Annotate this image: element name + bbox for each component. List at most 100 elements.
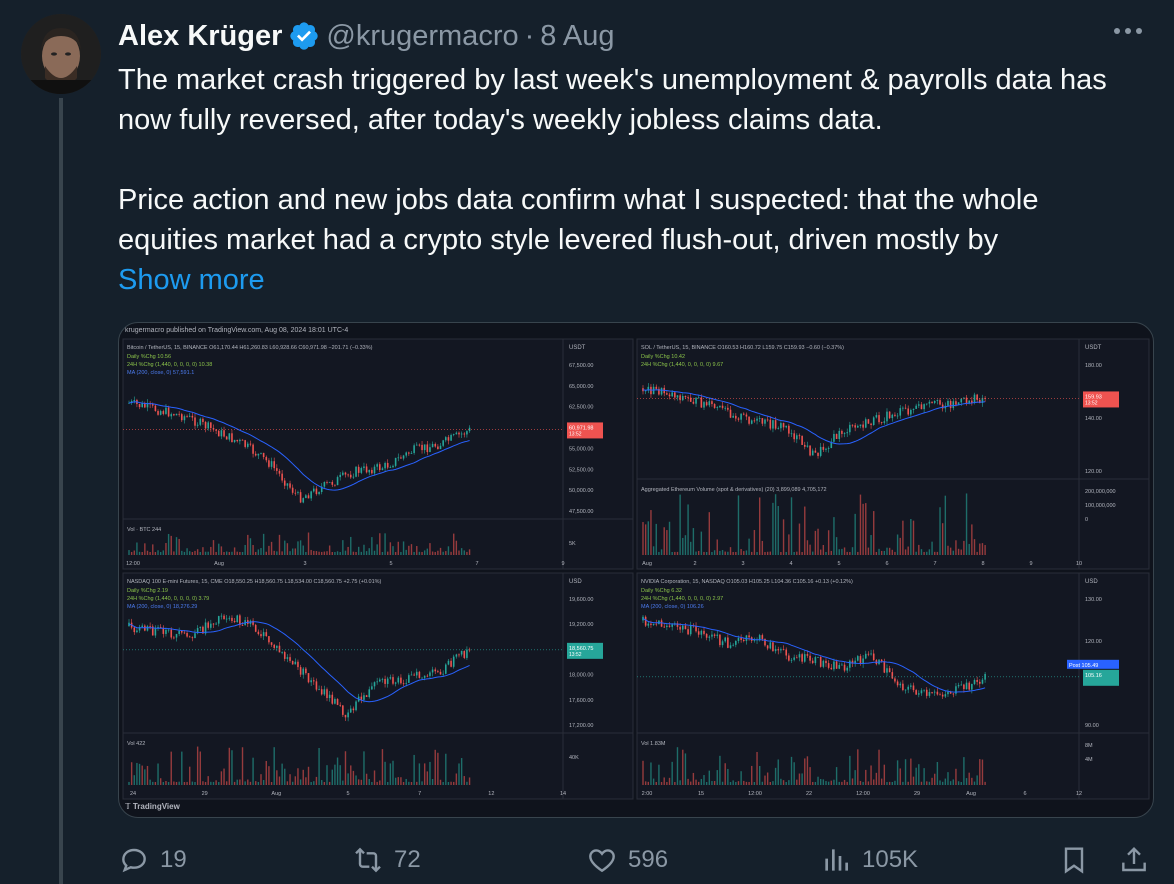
- share-button[interactable]: [1118, 844, 1150, 876]
- volume-bar: [737, 781, 740, 785]
- candle-body: [655, 386, 658, 389]
- candle-body: [883, 661, 886, 673]
- volume-bar: [138, 551, 141, 555]
- volume-bar: [154, 781, 157, 785]
- candle-body: [655, 623, 658, 625]
- x-tick-label: Aug: [214, 561, 224, 567]
- views-button[interactable]: 105K: [820, 844, 918, 876]
- candle-body: [841, 664, 843, 666]
- candle-body: [439, 671, 442, 675]
- candle-body: [748, 635, 750, 638]
- x-tick-label: 8: [981, 561, 984, 567]
- candle-body: [782, 649, 785, 650]
- volume-bar: [751, 765, 753, 785]
- volume-bar: [247, 534, 249, 555]
- volume-bar: [421, 781, 423, 785]
- volume-bar: [413, 754, 415, 785]
- volume-bar: [827, 530, 830, 555]
- author-name[interactable]: Alex Krüger: [118, 20, 282, 53]
- candle-body: [291, 660, 294, 665]
- volume-bar: [666, 530, 668, 555]
- avatar[interactable]: [21, 14, 101, 94]
- volume-bar: [130, 551, 133, 555]
- last-price-time: 13:52: [569, 431, 582, 437]
- volume-bar: [255, 781, 257, 785]
- volume-bar: [318, 551, 320, 555]
- volume-bar: [955, 768, 957, 785]
- candle-body: [442, 673, 444, 675]
- candle-body: [146, 626, 149, 631]
- indicator-label: 24H %Chg (1,440, 0, 0, 0, 0) 10.38: [127, 362, 212, 368]
- show-more-link[interactable]: Show more: [118, 260, 1138, 300]
- candle-body: [780, 423, 782, 429]
- volume-bar: [181, 550, 183, 555]
- candle-body: [663, 626, 666, 628]
- volume-bar: [265, 760, 267, 785]
- more-options-icon[interactable]: [1108, 16, 1148, 46]
- candle-body: [310, 491, 312, 499]
- tweet-media-chart[interactable]: krugermacro published on TradingView.com…: [118, 322, 1154, 818]
- candle-body: [408, 452, 410, 454]
- candle-body: [281, 473, 283, 481]
- volume-bar: [231, 750, 233, 785]
- volume-bar: [326, 765, 328, 785]
- candle-body: [199, 626, 202, 629]
- volume-bar: [402, 781, 405, 785]
- candle-body: [822, 446, 825, 450]
- tweet-date[interactable]: 8 Aug: [540, 20, 614, 53]
- candle-body: [912, 685, 915, 691]
- chart-panel: [122, 338, 634, 570]
- volume-bar: [936, 551, 939, 555]
- like-count: 596: [628, 846, 669, 873]
- candle-body: [687, 629, 689, 635]
- volume-bar: [162, 550, 165, 555]
- candle-body: [268, 636, 270, 643]
- candle-body: [790, 659, 793, 661]
- volume-bar: [357, 779, 360, 785]
- volume-bar: [178, 538, 180, 555]
- verified-badge-icon[interactable]: [288, 20, 320, 52]
- candle-body: [955, 401, 957, 405]
- volume-bar: [284, 768, 286, 785]
- candle-body: [724, 407, 727, 409]
- volume-bar: [384, 533, 386, 555]
- candle-body: [450, 434, 452, 441]
- repost-button[interactable]: 72: [352, 844, 421, 876]
- volume-bar: [136, 542, 138, 555]
- volume-bar: [360, 779, 363, 785]
- volume-bar: [888, 547, 891, 555]
- candle-body: [397, 677, 400, 683]
- volume-bar: [133, 775, 135, 785]
- candle-body: [705, 633, 708, 638]
- volume-bar: [756, 751, 758, 785]
- candle-body: [931, 401, 933, 403]
- candle-body: [756, 418, 758, 421]
- volume-bar: [231, 551, 233, 555]
- volume-bar: [365, 773, 368, 785]
- candle-body: [371, 686, 373, 690]
- volume-bar: [721, 550, 724, 555]
- candle-body: [695, 397, 697, 404]
- volume-bar: [798, 523, 801, 555]
- volume-bar: [326, 551, 328, 555]
- candle-body: [402, 683, 405, 685]
- volume-bar: [687, 504, 689, 555]
- volume-bar: [204, 551, 207, 555]
- volume-bar: [202, 781, 204, 785]
- candle-body: [133, 627, 136, 633]
- volume-bar: [642, 760, 644, 785]
- tweet-paragraph: Price action and new jobs data confirm w…: [118, 184, 1039, 256]
- volume-bar: [814, 530, 817, 555]
- volume-bar: [445, 551, 447, 555]
- candle-body: [644, 616, 647, 626]
- volume-bar: [186, 781, 188, 785]
- reply-button[interactable]: 19: [118, 844, 187, 876]
- candle-body: [183, 632, 186, 634]
- candle-body: [777, 649, 780, 651]
- bookmark-button[interactable]: [1058, 844, 1090, 876]
- candle-body: [745, 414, 748, 417]
- volume-bar: [223, 768, 225, 785]
- volume-bar: [152, 544, 154, 555]
- like-button[interactable]: 596: [586, 844, 668, 876]
- author-handle[interactable]: @krugermacro: [326, 20, 518, 53]
